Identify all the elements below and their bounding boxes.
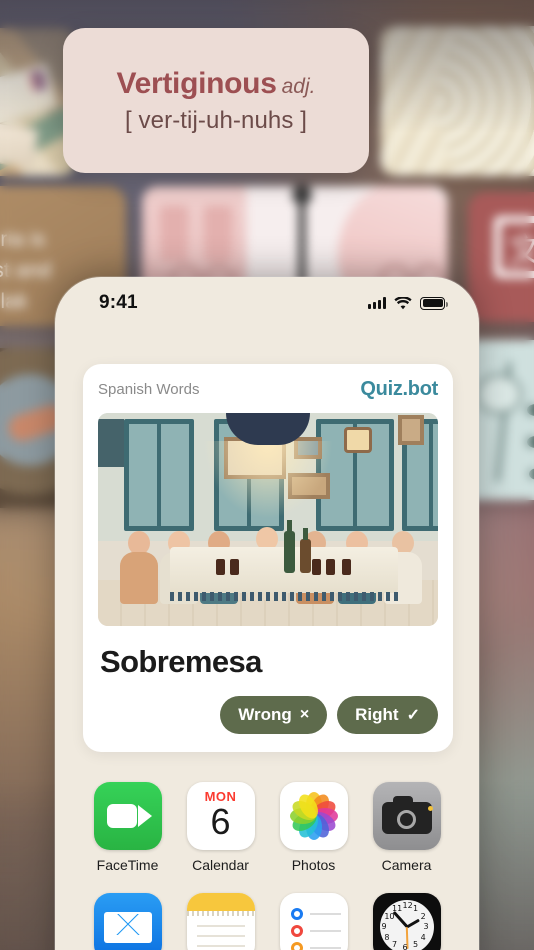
answer-actions: Wrong × Right ✓ [98, 696, 438, 734]
spanish-dinner-table-illustration [98, 413, 438, 626]
status-bar: 9:41 [55, 277, 479, 329]
app-reminders[interactable]: Reminders [267, 893, 360, 950]
reminders-icon[interactable] [279, 893, 348, 950]
wrong-button-label: Wrong [238, 705, 292, 724]
word-pronunciation: [ ver-tij-uh-nuhs ] [125, 106, 307, 134]
mail-icon[interactable] [93, 893, 162, 950]
wrong-button[interactable]: Wrong × [220, 696, 328, 734]
camera-icon[interactable] [372, 782, 441, 850]
app-mail[interactable]: Mail [81, 893, 174, 950]
battery-icon [420, 296, 448, 310]
photos-icon[interactable] [279, 782, 348, 850]
app-calendar[interactable]: MON 6 Calendar [174, 782, 267, 873]
word-of-the-day-widget[interactable]: Vertiginous adj. [ ver-tij-uh-nuhs ] [63, 28, 369, 173]
app-photos[interactable]: Photos [267, 782, 360, 873]
app-label: FaceTime [96, 857, 159, 873]
check-icon: ✓ [406, 707, 420, 724]
quiz-card: Spanish Words Quiz.bot Sobremesa Wrong ×… [83, 364, 453, 752]
word-term: Vertiginous [116, 66, 277, 100]
app-camera[interactable]: Camera [360, 782, 453, 873]
facetime-icon[interactable] [93, 782, 162, 850]
word-headline: Vertiginous adj. [117, 67, 316, 101]
app-facetime[interactable]: FaceTime [81, 782, 174, 873]
signal-bars-icon [368, 297, 386, 309]
app-label: Camera [381, 857, 432, 873]
answer-word: Sobremesa [100, 644, 262, 679]
app-notes[interactable]: Notes [174, 893, 267, 950]
quiz-card-header: Spanish Words Quiz.bot [98, 378, 438, 401]
right-button[interactable]: Right ✓ [337, 696, 438, 734]
app-grid: FaceTime MON 6 Calendar Photos Camera Ma… [55, 782, 479, 950]
word-part-of-speech: adj. [281, 74, 316, 98]
calendar-icon[interactable]: MON 6 [186, 782, 255, 850]
app-label: Photos [291, 857, 336, 873]
wifi-icon [394, 296, 412, 309]
app-clock[interactable]: 123456789101112 Clock [360, 893, 453, 950]
cross-icon: × [299, 706, 310, 723]
status-time: 9:41 [99, 292, 138, 313]
right-button-label: Right [355, 705, 399, 724]
app-label: Calendar [192, 857, 249, 873]
app-brand-label: Quiz.bot [360, 378, 438, 400]
clock-icon[interactable]: 1 2 3 4 5 6 7 8 9 10 11 12 [372, 893, 441, 950]
status-icons [368, 296, 448, 310]
calendar-day: 6 [210, 801, 231, 842]
deck-title: Spanish Words [98, 381, 200, 398]
notes-icon[interactable] [186, 893, 255, 950]
phone-mockup: 9:41 Spanish Words Quiz.bot Sobremesa Wr… [55, 277, 479, 950]
